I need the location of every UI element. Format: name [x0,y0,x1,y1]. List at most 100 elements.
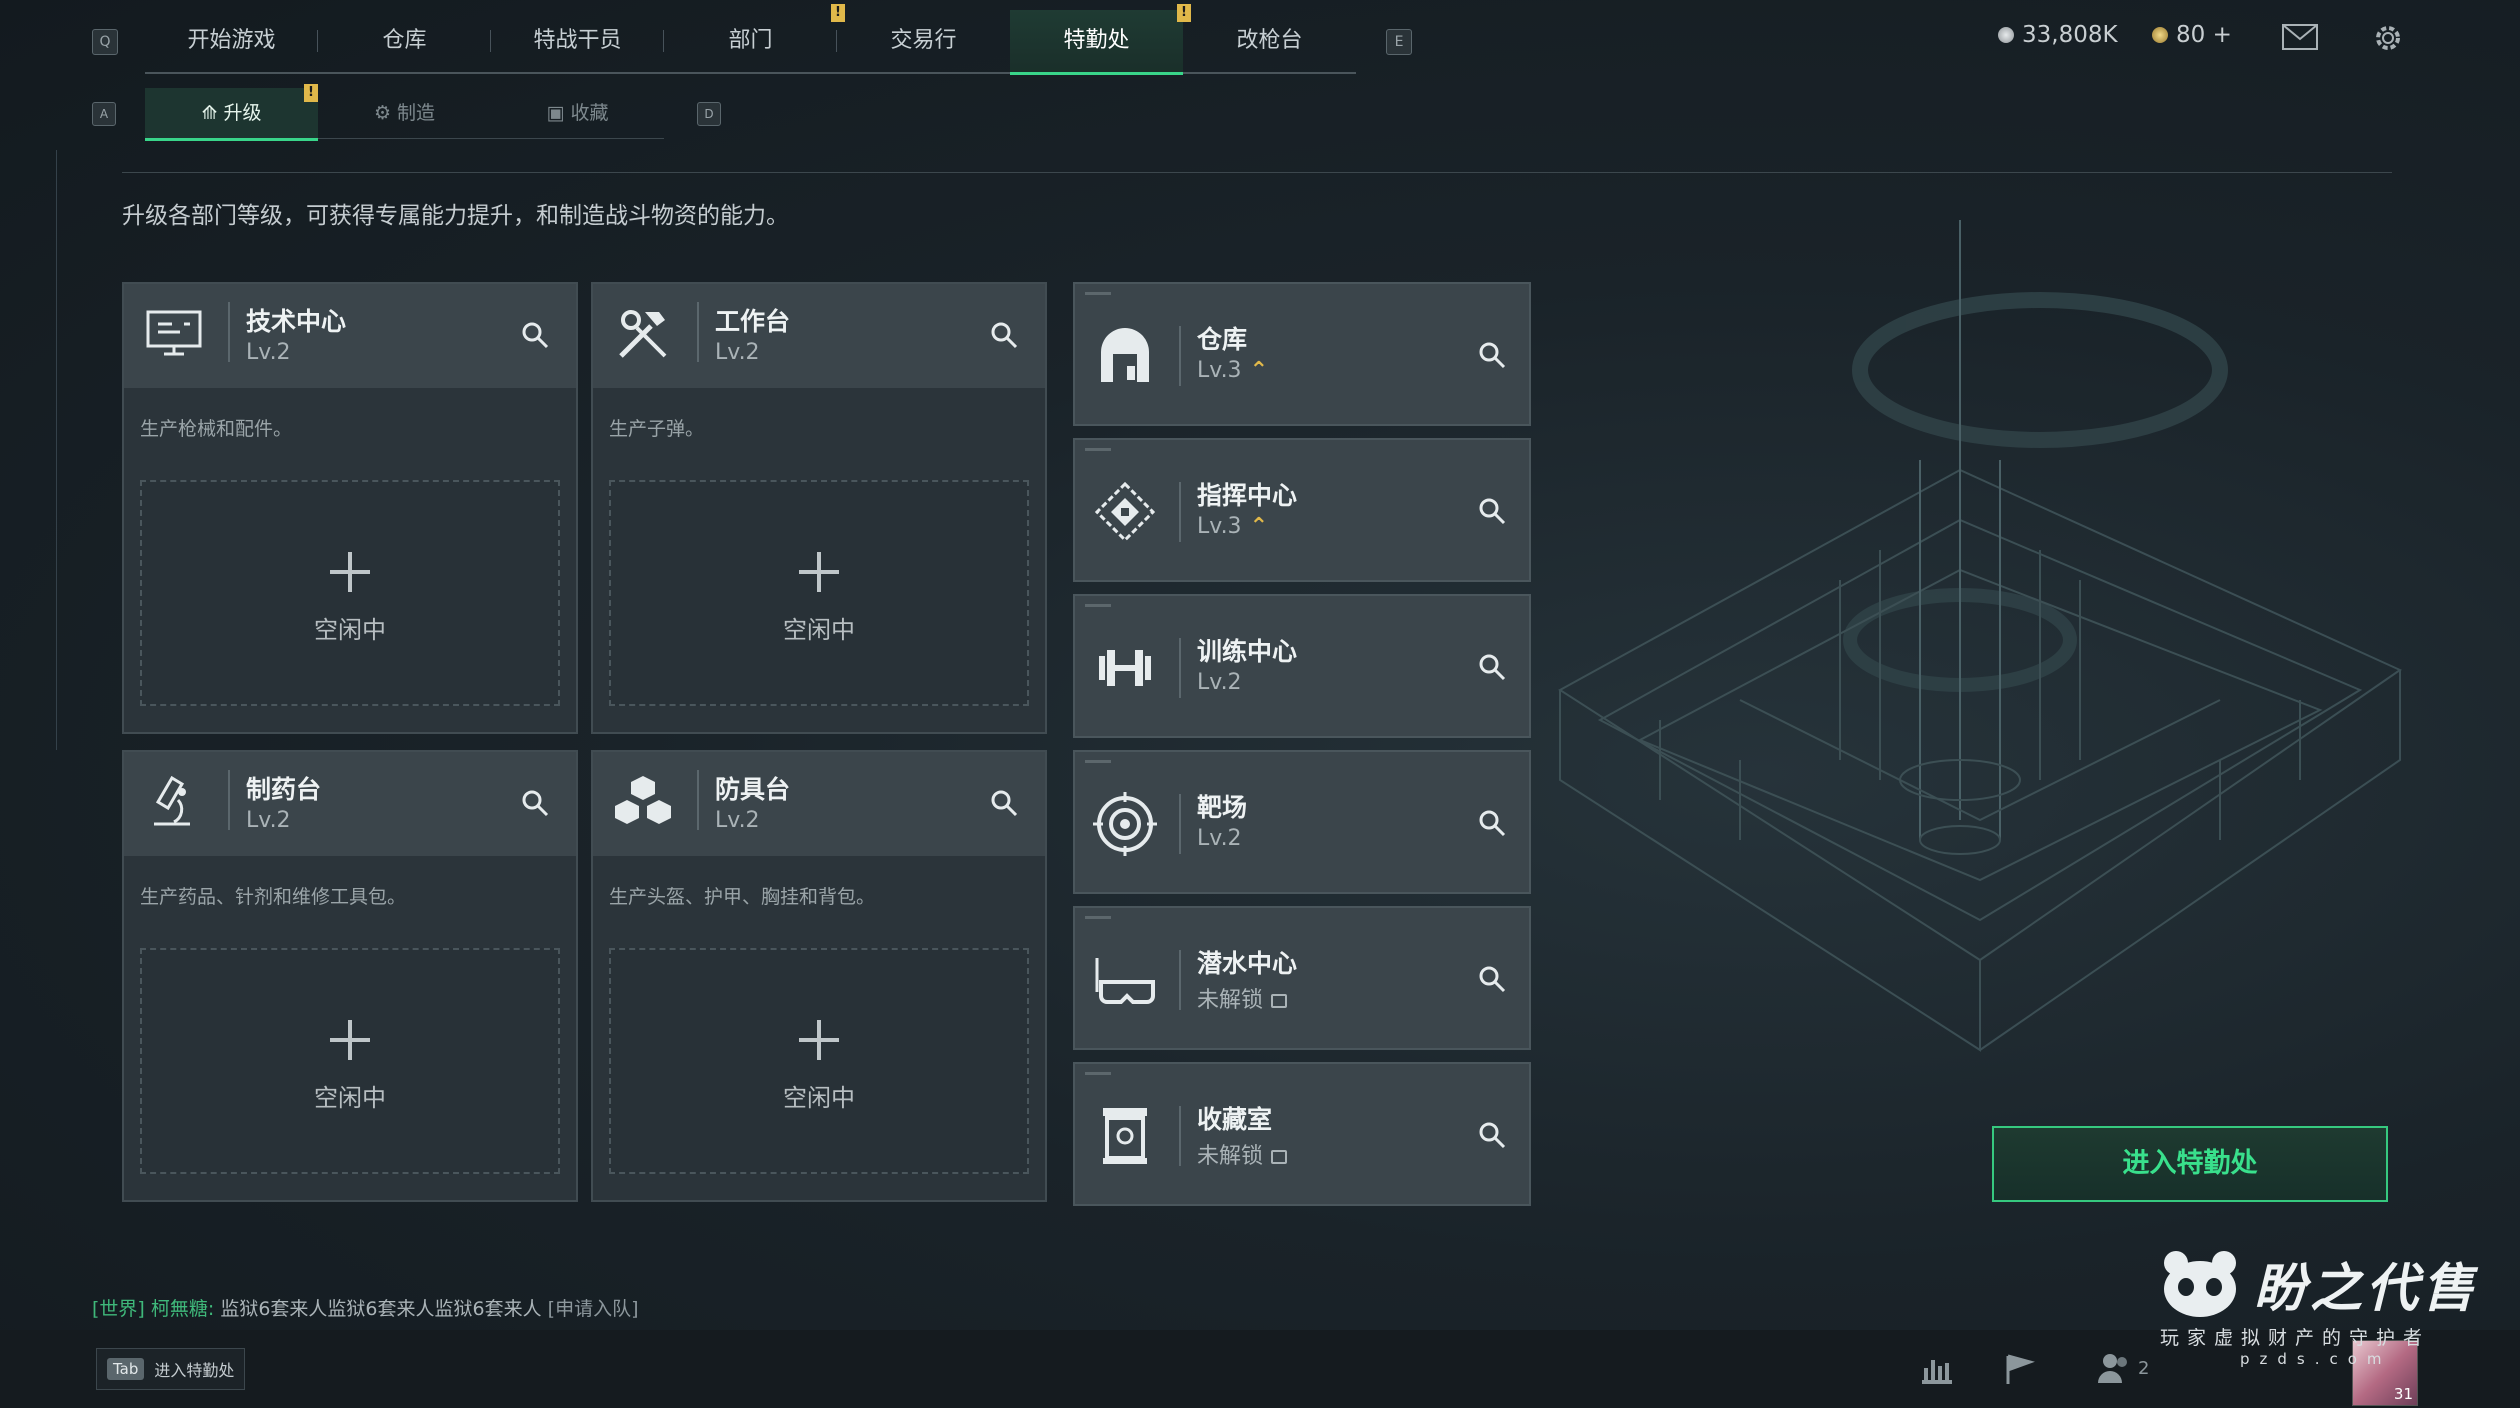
chat-join-link[interactable]: [申请入队] [548,1298,639,1320]
station-card-workbench[interactable]: 工作台 Lv.2 生产子弹。 空闲中 [591,282,1047,734]
station-name: 工作台 [715,307,791,336]
divider [122,172,2392,173]
department-name: 指挥中心 [1197,481,1298,510]
department-training-center[interactable]: 训练中心 Lv.2 [1073,594,1531,738]
station-description: 生产枪械和配件。 [140,418,293,440]
department-level: Lv.2 [1197,670,1242,695]
tab-operators[interactable]: 特战干员 [491,10,664,72]
chat-channel: [世界] [92,1298,145,1320]
tab-special-ops[interactable]: 特勤处 ! [1010,4,1191,75]
target-icon [1093,792,1157,856]
subnav-left-key[interactable]: A [92,102,116,126]
search-icon[interactable] [520,788,550,818]
search-icon[interactable] [989,320,1019,350]
chat-message: 监狱6套来人监狱6套来人监狱6套来人 [220,1298,542,1320]
nav-left-key[interactable]: Q [92,29,118,55]
department-name: 训练中心 [1197,637,1298,666]
station-name: 防具台 [715,775,791,804]
enter-special-ops-button[interactable]: 进入特勤处 [1992,1126,2388,1202]
slot-status: 空闲中 [783,616,855,644]
station-name: 制药台 [246,775,322,804]
station-description: 生产子弹。 [609,418,705,440]
department-shooting-range[interactable]: 靶场 Lv.2 [1073,750,1531,894]
tab-collection[interactable]: ▣ 收藏 [491,88,664,138]
station-card-armor[interactable]: 防具台 Lv.2 生产头盔、护甲、胸挂和背包。 空闲中 [591,750,1047,1202]
search-icon[interactable] [1477,964,1507,994]
department-name: 收藏室 [1197,1105,1273,1134]
search-icon[interactable] [520,320,550,350]
tab-start-game[interactable]: 开始游戏 [145,10,318,72]
station-level: Lv.2 [246,808,291,833]
search-icon[interactable] [1477,808,1507,838]
add-icon [330,552,370,592]
slot-status: 空闲中 [314,616,386,644]
chat-line[interactable]: [世界] 柯無糖: 监狱6套来人监狱6套来人监狱6套来人 [申请入队] [92,1294,638,1321]
warehouse-icon [1101,328,1149,382]
search-icon[interactable] [1477,652,1507,682]
main-nav: 开始游戏 仓库 特战干员 部门 ! 交易行 特勤处 ! 改枪台 [145,4,1356,75]
settings-gear-icon[interactable] [2372,22,2404,54]
friends-button[interactable]: 2 [2096,1352,2149,1384]
search-icon[interactable] [989,788,1019,818]
production-slot[interactable]: 空闲中 [140,480,560,706]
add-icon [799,552,839,592]
department-warehouse[interactable]: 仓库 Lv.3 ⌃ [1073,282,1531,426]
stats-icon[interactable] [1920,1354,1954,1384]
mail-icon[interactable] [2282,24,2318,50]
upgrade-icon: ⟰ [201,102,224,124]
station-description: 生产药品、针剂和维修工具包。 [140,886,407,908]
left-rail [56,150,57,750]
notification-badge: ! [304,84,318,102]
coin-icon [1998,27,2014,43]
chat-user: 柯無糖: [150,1298,215,1320]
upgrade-arrow-icon: ⌃ [1249,358,1268,383]
station-level: Lv.2 [246,340,291,365]
search-icon[interactable] [1477,340,1507,370]
station-description: 生产头盔、护甲、胸挂和背包。 [609,886,876,908]
station-level: Lv.2 [715,808,760,833]
department-command-center[interactable]: 指挥中心 Lv.3 ⌃ [1073,438,1531,582]
tab-craft[interactable]: ⚙ 制造 [318,88,491,138]
trophy-case-icon [1103,1108,1147,1164]
watermark: 盼之代售 玩家虚拟财产的守护者 pzds.com [2160,1246,2490,1368]
ticket-balance[interactable]: 80 + [2152,22,2232,48]
tab-trading[interactable]: 交易行 [837,10,1010,72]
production-slot[interactable]: 空闲中 [609,480,1029,706]
station-card-pharmacy[interactable]: 制药台 Lv.2 生产药品、针剂和维修工具包。 空闲中 [122,750,578,1202]
flag-icon[interactable] [2002,1352,2036,1386]
search-icon[interactable] [1477,496,1507,526]
department-collection-room[interactable]: 收藏室 未解锁 [1073,1062,1531,1206]
department-level: Lv.2 [1197,826,1242,851]
ticket-icon [2152,27,2168,43]
nav-right-key[interactable]: E [1386,29,1412,55]
collection-icon: ▣ [546,102,571,124]
cubes-icon [615,776,671,824]
tab-departments[interactable]: 部门 ! [664,4,845,72]
tab-upgrade[interactable]: ⟰ 升级 ! [145,84,318,141]
tools-icon [619,310,667,358]
microscope-icon [154,775,190,826]
slot-status: 空闲中 [314,1084,386,1112]
search-icon[interactable] [1477,1120,1507,1150]
production-slot[interactable]: 空闲中 [140,948,560,1174]
coin-balance: 33,808K [1998,22,2118,48]
station-card-tech-center[interactable]: 技术中心 Lv.2 生产枪械和配件。 空闲中 [122,282,578,734]
friends-icon [2098,1354,2127,1383]
department-level: Lv.3 [1197,358,1242,383]
watermark-slogan: 玩家虚拟财产的守护者 [2160,1327,2431,1349]
add-icon [799,1020,839,1060]
department-name: 潜水中心 [1197,949,1298,978]
department-diving-center[interactable]: 潜水中心 未解锁 [1073,906,1531,1050]
dumbbell-icon [1099,650,1151,686]
department-status: 未解锁 [1197,988,1264,1013]
tab-warehouse[interactable]: 仓库 [318,10,491,72]
production-slot[interactable]: 空闲中 [609,948,1029,1174]
tab-shortcut-hint[interactable]: Tab 进入特勤处 [96,1348,246,1390]
monitor-icon [146,310,202,356]
tab-gunsmith[interactable]: 改枪台 [1183,10,1356,72]
lock-icon [1271,994,1288,1008]
craft-icon: ⚙ [373,102,398,124]
subnav-right-key[interactable]: D [697,102,721,126]
avatar-level: 31 [2393,1385,2413,1403]
department-level: Lv.3 [1197,514,1242,539]
